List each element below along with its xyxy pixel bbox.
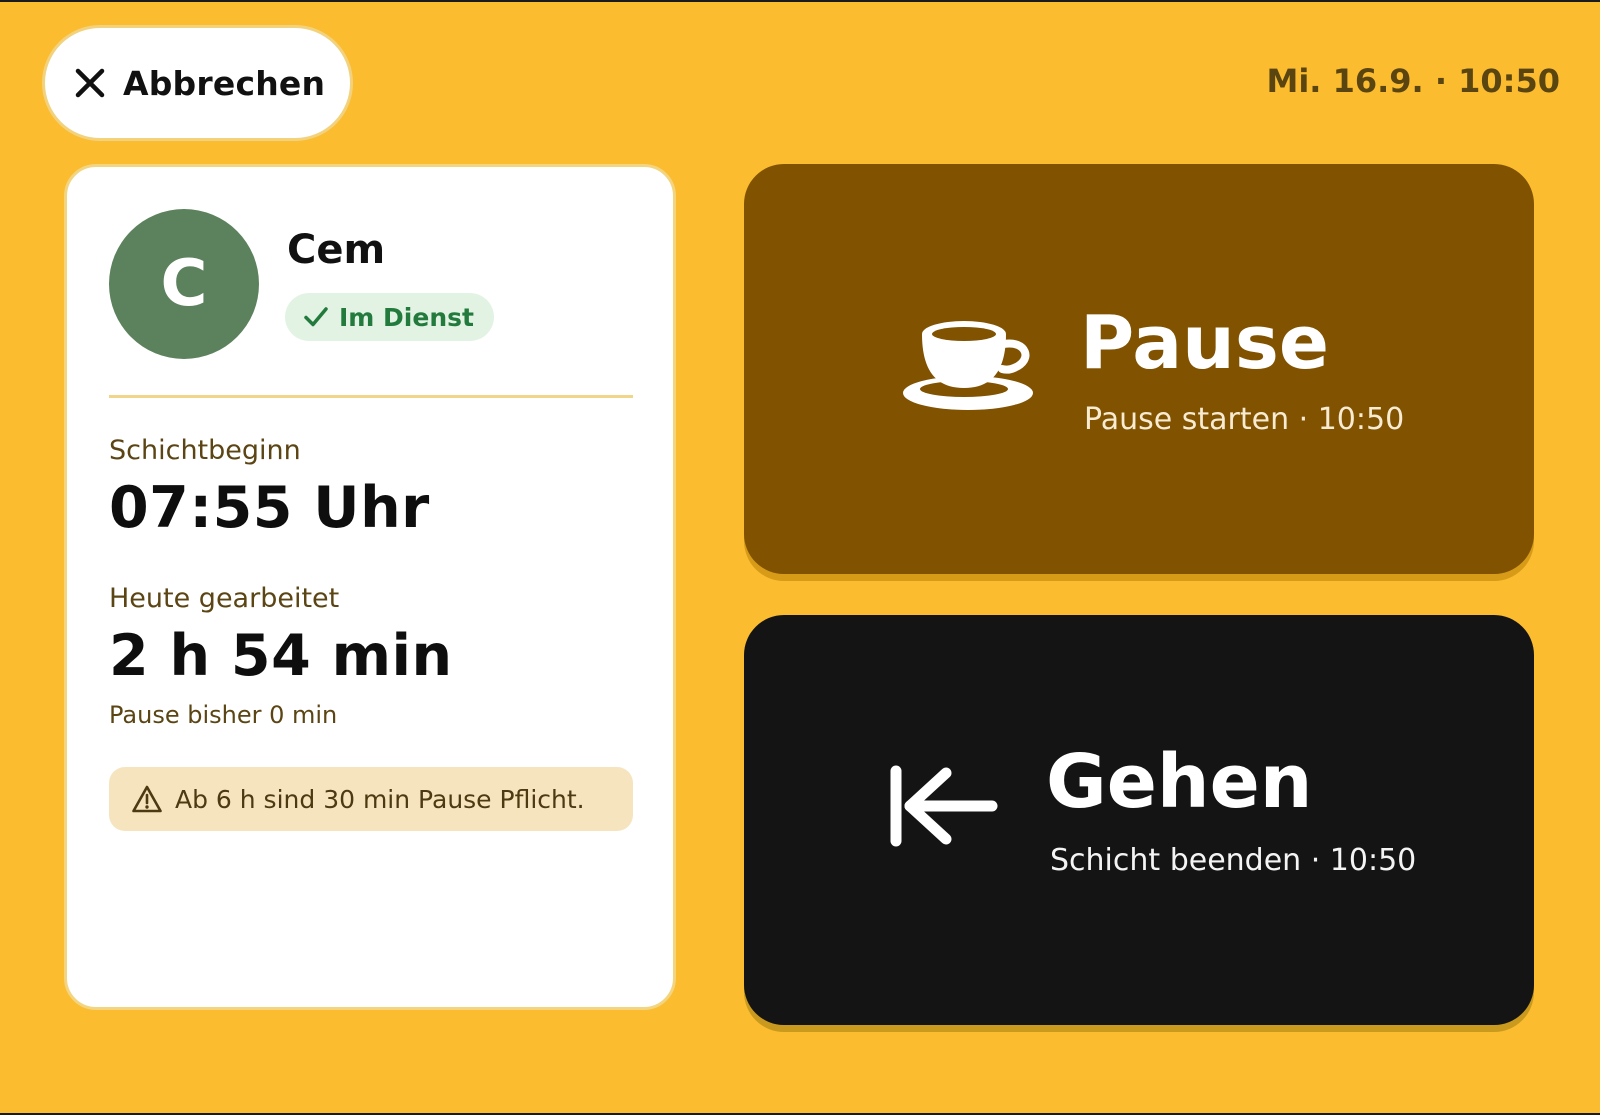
status-badge: Im Dienst <box>285 293 494 341</box>
arrow-left-exit-icon <box>890 765 998 847</box>
shift-start-value: 07:55 Uhr <box>109 475 430 541</box>
cancel-label: Abbrechen <box>123 63 326 103</box>
pause-button[interactable]: Pause Pause starten · 10:50 <box>744 164 1534 574</box>
pause-subtitle: Pause starten · 10:50 <box>1084 402 1405 437</box>
status-label: Im Dienst <box>339 302 474 332</box>
employee-name: Cem <box>287 227 386 273</box>
break-warning: Ab 6 h sind 30 min Pause Pflicht. <box>109 767 633 831</box>
current-datetime: Mi. 16.9. · 10:50 <box>1266 62 1560 100</box>
checkmark-icon <box>304 307 328 327</box>
leave-subtitle: Schicht beenden · 10:50 <box>1050 843 1417 878</box>
employee-info-card: C Cem Im Dienst Schichtbeginn 07:55 Uhr … <box>64 164 676 1010</box>
close-icon <box>75 68 105 98</box>
worked-today-value: 2 h 54 min <box>109 623 453 689</box>
avatar: C <box>109 209 259 359</box>
shift-start-label: Schichtbeginn <box>109 435 301 466</box>
coffee-cup-icon <box>903 321 1033 410</box>
break-so-far-note: Pause bisher 0 min <box>109 701 338 729</box>
card-divider <box>109 395 633 398</box>
leave-button[interactable]: Gehen Schicht beenden · 10:50 <box>744 615 1534 1025</box>
worked-today-label: Heute gearbeitet <box>109 583 340 614</box>
pause-title: Pause <box>1080 300 1330 386</box>
warning-text: Ab 6 h sind 30 min Pause Pflicht. <box>175 784 585 814</box>
avatar-initial: C <box>160 247 208 321</box>
leave-title: Gehen <box>1046 739 1313 825</box>
warning-icon <box>132 785 162 813</box>
cancel-button[interactable]: Abbrechen <box>42 25 353 141</box>
